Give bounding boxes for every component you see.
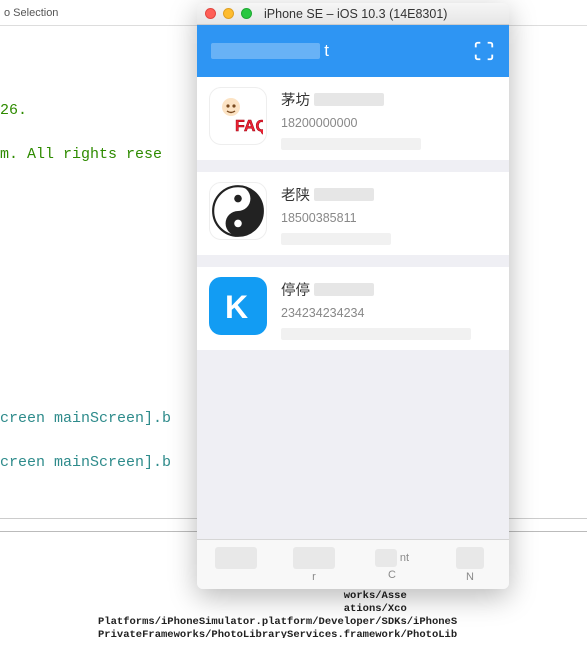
tab-item-2[interactable]: r <box>275 540 353 589</box>
console-line: ations/Xco <box>98 603 407 615</box>
minimize-icon[interactable] <box>223 8 234 19</box>
contact-cell[interactable]: FAQ 茅坊 18200000000 <box>197 77 509 160</box>
console-line: Platforms/iPhoneSimulator.platform/Devel… <box>98 616 457 628</box>
ios-simulator-window: iPhone SE – iOS 10.3 (14E8301) t <box>197 3 509 589</box>
contact-phone: 18500385811 <box>281 211 497 225</box>
nav-title: t <box>211 42 329 60</box>
tab-label-part: C <box>388 569 396 581</box>
contact-phone: 18200000000 <box>281 116 497 130</box>
simulator-titlebar[interactable]: iPhone SE – iOS 10.3 (14E8301) <box>197 3 509 25</box>
simulator-title: iPhone SE – iOS 10.3 (14E8301) <box>264 7 447 21</box>
redacted <box>314 188 374 201</box>
tab-item-3[interactable]: nt C <box>353 540 431 589</box>
window-controls <box>205 8 252 19</box>
contact-name: 停停 <box>281 279 310 300</box>
svg-text:K: K <box>225 289 248 325</box>
avatar <box>209 182 267 240</box>
redacted <box>314 283 374 296</box>
nav-bar: t <box>197 25 509 77</box>
tab-icon-redacted <box>293 547 335 569</box>
tab-icon-redacted <box>456 547 484 569</box>
avatar: K <box>209 277 267 335</box>
tab-item-1[interactable] <box>197 540 275 589</box>
tab-label-suffix: r <box>312 571 316 583</box>
contact-name: 茅坊 <box>281 89 310 110</box>
tab-icon-redacted <box>375 549 397 567</box>
tab-bar: r nt C N <box>197 539 509 589</box>
avatar: FAQ <box>209 87 267 145</box>
console-line: works/Asse <box>98 590 407 602</box>
nav-title-redacted <box>211 43 320 59</box>
contact-phone: 234234234234 <box>281 306 497 320</box>
tab-label-part: nt <box>400 552 409 564</box>
console-line: PrivateFrameworks/PhotoLibraryServices.f… <box>98 629 457 638</box>
contact-cell[interactable]: 老陕 18500385811 <box>197 172 509 255</box>
redacted <box>281 138 421 150</box>
svg-text:FAQ: FAQ <box>235 118 263 135</box>
redacted <box>281 328 471 340</box>
nav-title-tail: t <box>324 41 329 61</box>
contact-list[interactable]: FAQ 茅坊 18200000000 <box>197 77 509 350</box>
tab-icon-redacted <box>215 547 257 569</box>
contact-name: 老陕 <box>281 184 310 205</box>
tab-item-4[interactable]: N <box>431 540 509 589</box>
contact-cell[interactable]: K 停停 234234234234 <box>197 267 509 350</box>
close-icon[interactable] <box>205 8 216 19</box>
redacted <box>314 93 384 106</box>
zoom-icon[interactable] <box>241 8 252 19</box>
redacted <box>281 233 391 245</box>
editor-tab-label: o Selection <box>4 7 58 19</box>
app-screen: t FAQ <box>197 25 509 589</box>
scan-icon[interactable] <box>473 40 495 62</box>
tab-label: N <box>466 571 474 583</box>
